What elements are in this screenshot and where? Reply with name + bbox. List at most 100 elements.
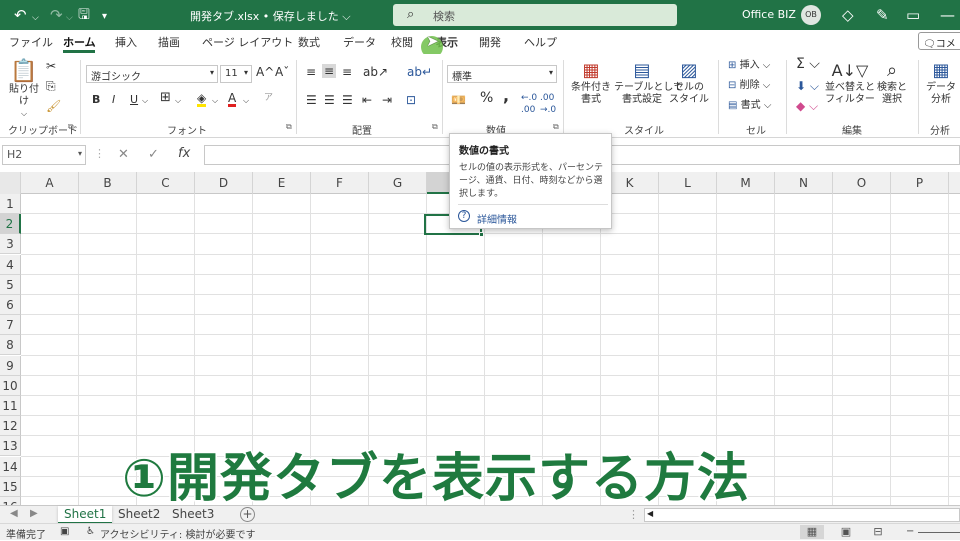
bold-button[interactable]: B (92, 94, 100, 106)
comma-button[interactable]: , (503, 88, 509, 104)
save-icon[interactable]: 🖫 (78, 6, 90, 24)
row-header[interactable]: 1 (0, 194, 21, 214)
format-painter-icon[interactable]: 🖌 (46, 100, 61, 112)
orientation-icon[interactable]: ab↗ (363, 66, 388, 78)
pen-icon[interactable]: ✎ (876, 6, 889, 24)
column-header[interactable]: C (137, 172, 195, 194)
cancel-icon[interactable]: ✕ (118, 147, 129, 162)
minimize-icon[interactable]: — (940, 6, 955, 24)
analyze-data-button[interactable]: ▦ データ 分析 (922, 60, 960, 106)
row-header[interactable]: 2 (0, 214, 21, 235)
font-color-icon[interactable]: A (228, 92, 237, 107)
insert-function-button[interactable]: fx (178, 146, 190, 161)
wrap-text-icon[interactable]: ab↵ (407, 66, 432, 78)
align-bottom-icon[interactable]: ≡ (342, 66, 352, 78)
page-break-view-icon[interactable]: ⊟ (866, 525, 890, 539)
row-header[interactable]: 6 (0, 295, 21, 315)
page-layout-view-icon[interactable]: ▣ (834, 525, 858, 539)
normal-view-icon[interactable]: ▦ (800, 525, 824, 539)
number-launcher-icon[interactable]: ⧉ (553, 122, 559, 132)
column-header[interactable]: E (253, 172, 311, 194)
comment-button[interactable]: 🗨コメント (918, 32, 960, 65)
customize-qat-icon[interactable]: ▾ (102, 8, 107, 26)
add-sheet-button[interactable]: + (240, 507, 255, 522)
row-header[interactable]: 11 (0, 396, 21, 416)
zoom-slider[interactable] (918, 532, 960, 533)
macro-record-icon[interactable]: ▣ (60, 526, 69, 537)
clear-icon[interactable]: ◆ ⌵ (796, 100, 818, 112)
tab-developer[interactable]: 開発 (479, 34, 501, 50)
align-left-icon[interactable]: ☰ (306, 94, 317, 106)
row-header[interactable]: 8 (0, 335, 21, 356)
delete-cells-button[interactable]: ⊟ 削除 ⌵ (728, 80, 770, 92)
clipboard-launcher-icon[interactable]: ⧉ (68, 122, 74, 132)
row-header[interactable]: 5 (0, 274, 21, 295)
percent-button[interactable]: % (480, 91, 493, 105)
format-cells-button[interactable]: ▤ 書式 ⌵ (728, 100, 771, 112)
horizontal-scrollbar[interactable]: ◀ (644, 508, 960, 522)
column-header[interactable]: G (369, 172, 427, 194)
tab-file[interactable]: ファイル (9, 34, 53, 50)
column-header[interactable]: N (775, 172, 833, 194)
avatar[interactable]: OB (801, 5, 821, 25)
ribbon-display-icon[interactable]: ▭ (906, 6, 920, 24)
tab-help[interactable]: ヘルプ (524, 34, 557, 50)
decrease-decimal-icon[interactable]: .00 →.0 (540, 92, 556, 116)
sheet-tab-3[interactable]: Sheet3 (166, 506, 220, 524)
column-header[interactable]: O (833, 172, 891, 194)
conditional-formatting-button[interactable]: ▦ 条件付き 書式 (568, 60, 614, 106)
row-header[interactable]: 3 (0, 234, 21, 255)
align-middle-icon[interactable]: ≡ (322, 64, 337, 78)
tab-insert[interactable]: 挿入 (115, 34, 137, 50)
tab-data[interactable]: データ (343, 34, 376, 50)
increase-indent-icon[interactable]: ⇥ (382, 94, 392, 106)
alignment-launcher-icon[interactable]: ⧉ (432, 122, 438, 132)
align-center-icon[interactable]: ☰ (324, 94, 335, 106)
name-box[interactable]: H2 ▾ (2, 145, 86, 165)
chevron-down-icon[interactable]: ⌵ (142, 95, 148, 107)
row-header[interactable]: 10 (0, 375, 21, 396)
row-header[interactable]: 9 (0, 355, 21, 376)
insert-cells-button[interactable]: ⊞ 挿入 ⌵ (728, 60, 770, 72)
next-sheet-icon[interactable]: ▶ (30, 508, 38, 519)
redo-icon[interactable]: ↷ (50, 6, 63, 24)
fill-icon[interactable]: ⬇ ⌵ (796, 80, 819, 92)
row-header[interactable]: 16 (0, 497, 21, 505)
chevron-down-icon[interactable]: ⌵ (243, 95, 249, 107)
format-as-table-button[interactable]: ▤ テーブルとして 書式設定 (614, 60, 683, 106)
increase-decimal-icon[interactable]: ←.0.00 (521, 92, 537, 116)
shrink-font-button[interactable]: Aˇ (275, 66, 289, 78)
tab-draw[interactable]: 描画 (158, 34, 180, 50)
underline-button[interactable]: U (130, 94, 138, 106)
tooltip-more-info-link[interactable]: 詳細情報 (477, 211, 517, 226)
decrease-indent-icon[interactable]: ⇤ (362, 94, 372, 106)
diamond-icon[interactable]: ◇ (842, 6, 854, 24)
accessibility-icon[interactable]: ♿ (86, 526, 95, 537)
font-size-select[interactable]: 11 ▾ (220, 65, 252, 83)
search-box[interactable]: ⌕ 検索 (393, 4, 677, 26)
cut-icon[interactable]: ✂ (46, 60, 56, 72)
align-top-icon[interactable]: ≡ (306, 66, 316, 78)
chevron-down-icon[interactable]: ⌵ (175, 95, 181, 107)
tab-formulas[interactable]: 数式 (298, 34, 320, 50)
row-header[interactable]: 7 (0, 315, 21, 336)
column-header[interactable]: B (79, 172, 137, 194)
paste-button[interactable]: 📋 貼り付け ⌵ (6, 60, 42, 120)
column-header[interactable]: M (717, 172, 775, 194)
row-header[interactable]: 4 (0, 254, 21, 275)
accessibility-status[interactable]: アクセシビリティ: 検討が必要です (100, 526, 255, 541)
font-name-select[interactable]: 游ゴシック ▾ (86, 65, 218, 83)
font-launcher-icon[interactable]: ⧉ (286, 122, 292, 132)
copy-icon[interactable]: ⎘ (46, 80, 56, 92)
row-header[interactable]: 12 (0, 416, 21, 437)
scroll-left-icon[interactable]: ◀ (647, 509, 653, 518)
merge-center-icon[interactable]: ⊡ (406, 94, 416, 106)
column-header[interactable]: D (195, 172, 253, 194)
tab-page-layout[interactable]: ページ レイアウト (202, 34, 293, 50)
column-header[interactable]: P (891, 172, 949, 194)
select-all-corner[interactable] (0, 172, 21, 194)
enter-icon[interactable]: ✓ (148, 147, 159, 162)
undo-icon[interactable]: ↶ (14, 6, 27, 24)
accounting-format-icon[interactable]: 💴 (451, 94, 466, 106)
tab-home[interactable]: ホーム (63, 34, 96, 50)
